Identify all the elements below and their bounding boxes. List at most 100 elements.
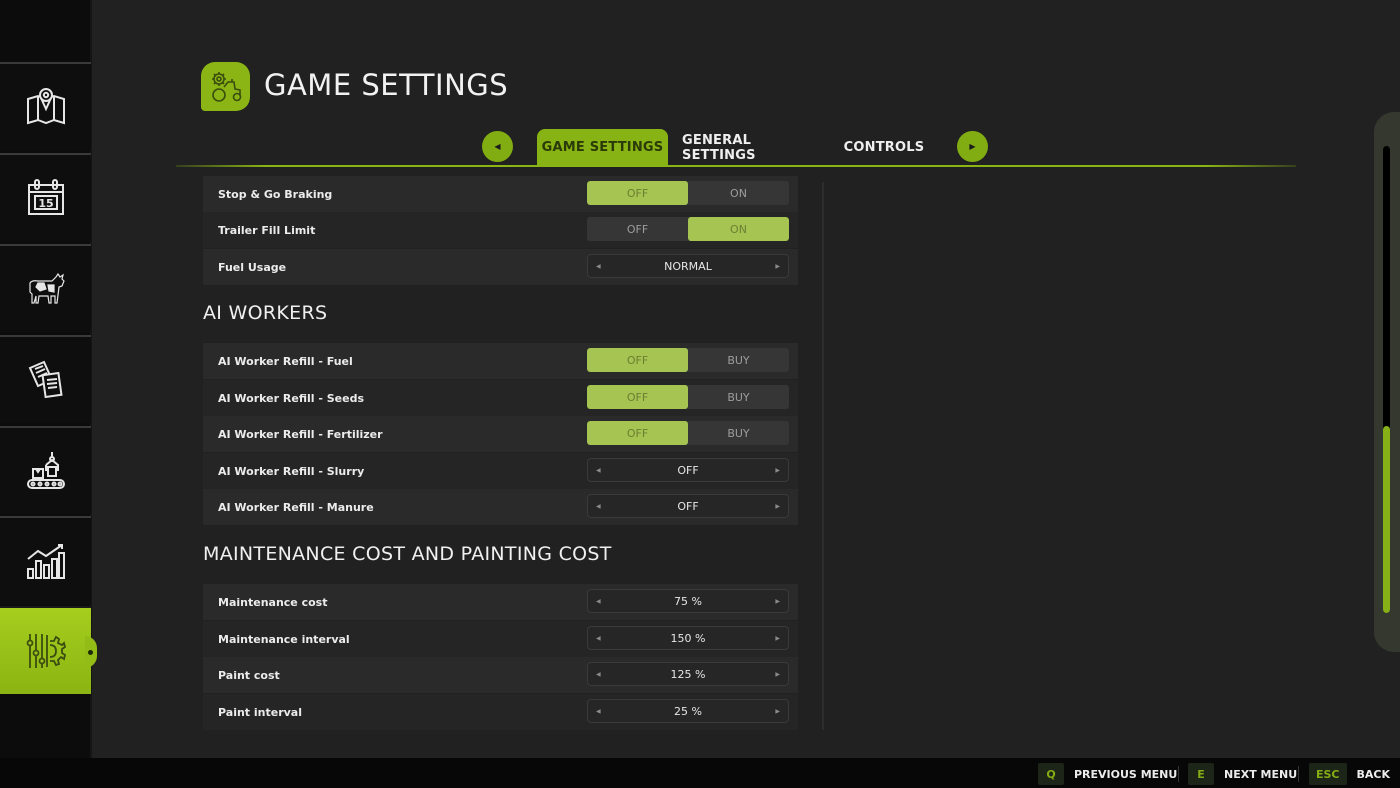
stepper-right-icon[interactable]: ▶ bbox=[775, 635, 780, 642]
toggle-option-off[interactable]: OFF bbox=[587, 385, 688, 409]
stepper-right-icon[interactable]: ▶ bbox=[775, 263, 780, 270]
setting-row-paint-cost: Paint cost ◀ 125 % ▶ bbox=[203, 657, 798, 693]
refill-slurry-stepper: ◀ OFF ▶ bbox=[587, 458, 789, 482]
tab-general-settings[interactable]: GENERAL SETTINGS bbox=[682, 129, 820, 166]
tab-game-settings[interactable]: GAME SETTINGS bbox=[537, 129, 668, 166]
page-title: GAME SETTINGS bbox=[264, 68, 509, 102]
stepper-left-icon[interactable]: ◀ bbox=[596, 467, 601, 474]
refill-fertilizer-toggle: OFF BUY bbox=[587, 421, 789, 445]
hint-back[interactable]: ESC BACK bbox=[1309, 763, 1390, 785]
hint-separator bbox=[1298, 766, 1299, 782]
stepper-value: 150 % bbox=[670, 631, 706, 645]
tab-prev-button[interactable]: ◀ bbox=[482, 131, 513, 162]
setting-row-paint-interval: Paint interval ◀ 25 % ▶ bbox=[203, 694, 798, 730]
sidebar-item-settings[interactable] bbox=[0, 606, 97, 694]
stepper-left-icon[interactable]: ◀ bbox=[596, 503, 601, 510]
stepper-left-icon[interactable]: ◀ bbox=[596, 263, 601, 270]
toggle-option-buy[interactable]: BUY bbox=[688, 421, 789, 445]
maintenance-interval-stepper: ◀ 150 % ▶ bbox=[587, 626, 789, 650]
tabbar-underline bbox=[176, 165, 1296, 167]
sidebar: 15 bbox=[0, 0, 97, 758]
refill-manure-stepper: ◀ OFF ▶ bbox=[587, 494, 789, 518]
content-divider bbox=[822, 182, 824, 730]
trailer-fill-limit-toggle: OFF ON bbox=[587, 217, 789, 241]
toggle-option-off[interactable]: OFF bbox=[587, 181, 688, 205]
setting-label: Stop & Go Braking bbox=[218, 187, 333, 201]
setting-label: Maintenance interval bbox=[218, 632, 350, 646]
hint-label[interactable]: NEXT MENU bbox=[1224, 768, 1297, 781]
setting-row-trailer-fill-limit: Trailer Fill Limit OFF ON bbox=[203, 212, 798, 248]
stepper-value: 25 % bbox=[674, 704, 702, 718]
toggle-option-buy[interactable]: BUY bbox=[688, 385, 789, 409]
toggle-option-on[interactable]: ON bbox=[688, 217, 789, 241]
stepper-right-icon[interactable]: ▶ bbox=[775, 708, 780, 715]
stepper-right-icon[interactable]: ▶ bbox=[775, 598, 780, 605]
setting-row-maintenance-cost: Maintenance cost ◀ 75 % ▶ bbox=[203, 584, 798, 620]
sidebar-item-calendar[interactable]: 15 bbox=[0, 153, 91, 241]
stepper-value: OFF bbox=[677, 499, 699, 513]
stepper-right-icon[interactable]: ▶ bbox=[775, 467, 780, 474]
scrollbar-thumb[interactable] bbox=[1383, 426, 1390, 613]
hint-next-menu[interactable]: E NEXT MENU bbox=[1188, 763, 1297, 785]
stepper-left-icon[interactable]: ◀ bbox=[596, 708, 601, 715]
sidebar-item-map[interactable] bbox=[0, 62, 91, 150]
hint-separator bbox=[1178, 766, 1179, 782]
section-title-maintenance: MAINTENANCE COST AND PAINTING COST bbox=[203, 543, 612, 565]
toggle-option-off[interactable]: OFF bbox=[587, 348, 688, 372]
setting-label: AI Worker Refill - Fuel bbox=[218, 354, 353, 368]
setting-row-stop-go-braking: Stop & Go Braking OFF ON bbox=[203, 176, 798, 212]
stepper-value: 75 % bbox=[674, 594, 702, 608]
stop-go-braking-toggle: OFF ON bbox=[587, 181, 789, 205]
stepper-value: NORMAL bbox=[664, 259, 712, 273]
hint-label[interactable]: PREVIOUS MENU bbox=[1074, 768, 1177, 781]
setting-label: Maintenance cost bbox=[218, 595, 328, 609]
setting-row-fuel-usage: Fuel Usage ◀ NORMAL ▶ bbox=[203, 249, 798, 285]
refill-seeds-toggle: OFF BUY bbox=[587, 385, 789, 409]
triangle-left-icon: ◀ bbox=[494, 142, 501, 151]
triangle-right-icon: ▶ bbox=[969, 142, 976, 151]
tab-controls[interactable]: CONTROLS bbox=[836, 129, 932, 166]
chart-icon bbox=[26, 544, 65, 579]
tractor-gear-icon bbox=[211, 71, 241, 102]
setting-label: Fuel Usage bbox=[218, 260, 287, 274]
setting-label: AI Worker Refill - Seeds bbox=[218, 391, 365, 405]
setting-row-refill-fertilizer: AI Worker Refill - Fertilizer OFF BUY bbox=[203, 416, 798, 452]
setting-label: Paint cost bbox=[218, 668, 280, 682]
sidebar-item-contracts[interactable] bbox=[0, 335, 91, 423]
stepper-value: OFF bbox=[677, 463, 699, 477]
tab-next-button[interactable]: ▶ bbox=[957, 131, 988, 162]
production-line-icon bbox=[26, 452, 65, 489]
header-icon bbox=[201, 62, 250, 111]
documents-icon bbox=[28, 360, 63, 399]
setting-label: AI Worker Refill - Manure bbox=[218, 500, 374, 514]
calendar-icon: 15 bbox=[27, 179, 64, 215]
setting-row-refill-manure: AI Worker Refill - Manure ◀ OFF ▶ bbox=[203, 489, 798, 525]
map-pin-icon bbox=[26, 88, 65, 125]
toggle-option-off[interactable]: OFF bbox=[587, 217, 688, 241]
stepper-right-icon[interactable]: ▶ bbox=[775, 503, 780, 510]
settings-sliders-gear-icon bbox=[26, 634, 66, 668]
stepper-right-icon[interactable]: ▶ bbox=[775, 671, 780, 678]
paint-interval-stepper: ◀ 25 % ▶ bbox=[587, 699, 789, 723]
toggle-option-off[interactable]: OFF bbox=[587, 421, 688, 445]
setting-label: AI Worker Refill - Slurry bbox=[218, 464, 365, 478]
toggle-option-buy[interactable]: BUY bbox=[688, 348, 789, 372]
sidebar-item-production[interactable] bbox=[0, 426, 91, 514]
maintenance-cost-stepper: ◀ 75 % ▶ bbox=[587, 589, 789, 613]
setting-row-maintenance-interval: Maintenance interval ◀ 150 % ▶ bbox=[203, 621, 798, 657]
sidebar-item-statistics[interactable] bbox=[0, 516, 91, 604]
stepper-left-icon[interactable]: ◀ bbox=[596, 598, 601, 605]
hint-previous-menu[interactable]: Q PREVIOUS MENU bbox=[1038, 763, 1177, 785]
stepper-left-icon[interactable]: ◀ bbox=[596, 671, 601, 678]
sidebar-item-animals[interactable] bbox=[0, 244, 91, 332]
hint-label[interactable]: BACK bbox=[1357, 768, 1391, 781]
key-e[interactable]: E bbox=[1188, 763, 1214, 785]
key-q[interactable]: Q bbox=[1038, 763, 1064, 785]
key-esc[interactable]: ESC bbox=[1309, 763, 1347, 785]
setting-label: AI Worker Refill - Fertilizer bbox=[218, 427, 383, 441]
toggle-option-on[interactable]: ON bbox=[688, 181, 789, 205]
fuel-usage-stepper: ◀ NORMAL ▶ bbox=[587, 254, 789, 278]
stepper-value: 125 % bbox=[670, 667, 706, 681]
stepper-left-icon[interactable]: ◀ bbox=[596, 635, 601, 642]
setting-label: Paint interval bbox=[218, 705, 302, 719]
